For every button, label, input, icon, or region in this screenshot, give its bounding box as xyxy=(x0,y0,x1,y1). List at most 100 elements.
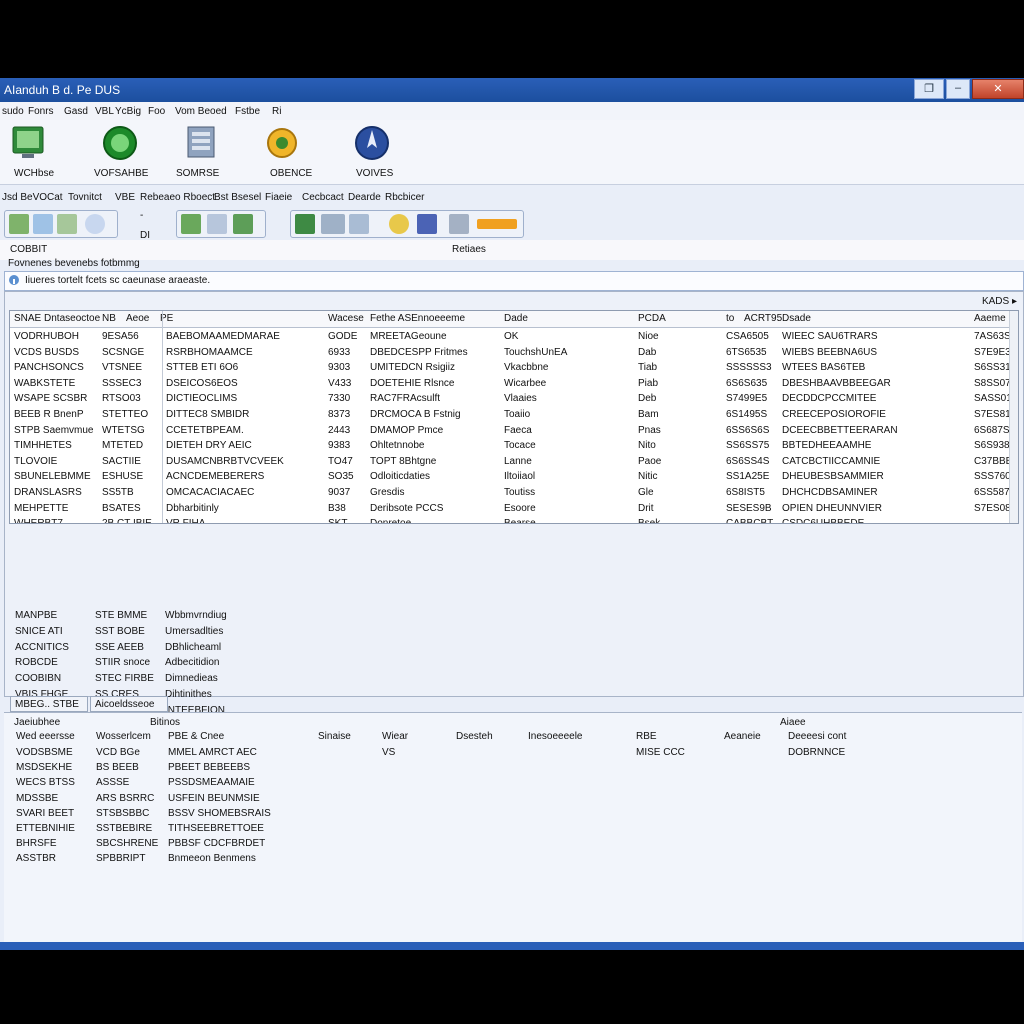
launch-button-2[interactable]: VOFSAHBE xyxy=(90,120,170,184)
link-icon[interactable] xyxy=(85,214,105,234)
column-header[interactable]: Wosserlcem xyxy=(96,731,151,742)
column-header[interactable]: Aaeme xyxy=(974,313,1006,324)
table-row[interactable]: STPB Saemvmue WTETSG CCETETBPEAM. 2443 DMAMO… xyxy=(10,423,1018,439)
table-row[interactable]: WABKSTETE SSSEC3 DSEICOS6EOS V433 DOETEHIE R… xyxy=(10,376,1018,392)
menu-item[interactable]: YcBig xyxy=(115,106,141,117)
column-header[interactable]: NB xyxy=(102,313,116,324)
table-row[interactable]: TLOVOIE SACTIIE DUSAMCNBRBTVCVEEK TO47 TOPT … xyxy=(10,454,1018,470)
display-icon[interactable] xyxy=(57,214,77,234)
details-cell: SSTBEBIRE xyxy=(96,823,153,834)
quick-link[interactable]: Cecbcact xyxy=(302,192,344,203)
menu-item[interactable]: sudo xyxy=(2,106,24,117)
column-header[interactable]: Aeaneie xyxy=(724,731,761,742)
scan-icon[interactable] xyxy=(207,214,227,234)
menu-item[interactable]: Ri xyxy=(272,106,281,117)
table-row[interactable]: VCDS BUSDS SCSNGE RSRBHOMAAMCE 6933 DBEDCESP… xyxy=(10,345,1018,361)
menu-item[interactable]: Fonrs xyxy=(28,106,54,117)
close-button[interactable]: ✕ xyxy=(972,79,1024,99)
key-icon[interactable] xyxy=(477,219,517,229)
column-header[interactable]: Fethe ASEnnoeeeme xyxy=(370,313,465,324)
column-header[interactable]: Inesoeeeele xyxy=(528,731,583,742)
table-cell: Bearse xyxy=(504,518,536,524)
details-row[interactable]: ASSTBR SPBBRIPT Bnmeeon Benmens xyxy=(12,851,852,866)
table-row[interactable]: TIMHHETES MTETED DIETEH DRY AEIC 9383 Ohltet… xyxy=(10,438,1018,454)
quick-link[interactable]: Fiaeie xyxy=(265,192,292,203)
restore-button[interactable]: ❐ xyxy=(914,79,944,99)
details-row[interactable]: MSDSEKHE BS BEEB PBEET BEBEEBS xyxy=(12,760,852,775)
list-item[interactable]: ROBCDE STIIR snoce Adbecitidion xyxy=(15,655,335,671)
table-row[interactable]: VODRHUBOH 9ESA56 BAEBOMAAMEDMARAE GODE MREET… xyxy=(10,329,1018,345)
launch-button-1[interactable]: WCHbse xyxy=(0,120,80,184)
table-row[interactable]: WHERBT7 2B CT IBIE VR FIHA SKT Donretoe Bears… xyxy=(10,516,1018,524)
details-row[interactable]: SVARI BEET STSBSBBC BSSV SHOMEBSRAIS xyxy=(12,806,852,821)
tool-icon[interactable] xyxy=(321,214,345,234)
table-cell: Pnas xyxy=(638,424,661,436)
vertical-scrollbar[interactable] xyxy=(1009,311,1018,523)
column-header[interactable]: Dade xyxy=(504,313,528,324)
menu-item[interactable]: Gasd xyxy=(64,106,88,117)
column-header[interactable]: PBE & Cnee xyxy=(168,731,224,742)
list-item[interactable]: SNICE ATI SST BOBE Umersadlties xyxy=(15,624,335,640)
column-header[interactable]: ACRT95 xyxy=(744,313,782,324)
table-row[interactable]: WSAPE SCSBR RTSO03 DICTIEOCLIMS 7330 RAC7FRA… xyxy=(10,391,1018,407)
launch-button-4[interactable]: OBENCE xyxy=(258,120,338,184)
menu-item[interactable]: Fstbe xyxy=(235,106,260,117)
quick-link[interactable]: VBE xyxy=(115,192,135,203)
column-header[interactable]: Wed eeersse xyxy=(16,731,75,742)
quick-link[interactable]: Dearde xyxy=(348,192,381,203)
launch-button-3[interactable]: SOMRSE xyxy=(170,120,250,184)
quick-link[interactable]: Bst Bsesel xyxy=(214,192,261,203)
car-icon[interactable] xyxy=(181,214,201,234)
tool-icon[interactable] xyxy=(349,214,369,234)
table-icon[interactable] xyxy=(295,214,315,234)
quick-link[interactable]: Rebeaeo Rboect xyxy=(140,192,215,203)
column-header[interactable]: Wacese xyxy=(328,313,364,324)
menu-item[interactable]: VBL xyxy=(95,106,114,117)
details-row[interactable]: ETTEBNIHIE SSTBEBIRE TITHSEEBRETTOEE xyxy=(12,821,852,836)
details-row[interactable]: MDSSBE ARS BSRRC USFEIN BEUNMSIE xyxy=(12,791,852,806)
list-cell: Adbecitidion xyxy=(165,657,220,669)
list-item[interactable]: ACCNITICS SSE AEEB DBhlicheaml xyxy=(15,640,335,656)
table-cell: GODE xyxy=(328,331,358,342)
list-item[interactable]: COOBIBN STEC FIRBE Dimnedieas xyxy=(15,671,335,687)
details-row[interactable]: BHRSFE SBCSHRENE PBBSF CDCFBRDET xyxy=(12,836,852,851)
quick-link[interactable]: Tovnitct xyxy=(68,192,102,203)
table-cell: DUSAMCNBRBTVCVEEK xyxy=(166,455,284,467)
column-header[interactable]: Deeeesi cont xyxy=(788,731,846,742)
table-row[interactable]: DRANSLASRS SS5TB OMCACACIACAEC 9037 Gresdis T… xyxy=(10,485,1018,501)
details-row[interactable]: VODSBSME VCD BGe MMEL AMRCT AEC VS MISE CCC D… xyxy=(12,745,852,760)
print-icon[interactable] xyxy=(449,214,469,234)
details-row[interactable]: WECS BTSS ASSSE PSSDSMEAAMAIE xyxy=(12,775,852,790)
chart-icon[interactable] xyxy=(33,214,53,234)
table-row[interactable]: SBUNELEBMME ESHUSE ACNCDEMEBERERS SO35 Odloi… xyxy=(10,469,1018,485)
title-bar[interactable]: AIanduh B d. Pe DUS ❐ – ✕ xyxy=(0,78,1024,102)
column-header[interactable]: SNAE Dntaseoctoe xyxy=(14,313,100,324)
table-row[interactable]: BEEB R BnenP STETTEO DITTEC8 SMBIDR 8373 DRC… xyxy=(10,407,1018,423)
tab-1[interactable]: MBEG.. STBE xyxy=(10,696,88,712)
grid-icon[interactable] xyxy=(233,214,253,234)
table-cell: 9303 xyxy=(328,362,351,374)
window-icon[interactable] xyxy=(417,214,437,234)
list-item[interactable]: MANPBE STE BMME Wbbmvrndiug xyxy=(15,608,335,624)
wrench-icon[interactable] xyxy=(9,214,29,234)
column-header[interactable]: Aeoe xyxy=(126,313,149,324)
column-header[interactable]: to xyxy=(726,313,734,324)
panel-corner-label[interactable]: KADS ▸ xyxy=(982,296,1017,307)
table-row[interactable]: MEHPETTE BSATES Dbharbitinly B38 Deribsote P… xyxy=(10,501,1018,517)
quick-link[interactable]: Jsd BeVOCat xyxy=(2,192,63,203)
menu-item[interactable]: Foo xyxy=(148,106,165,117)
column-header[interactable]: Dsade xyxy=(782,313,811,324)
column-header[interactable]: Sinaise xyxy=(318,731,351,742)
clock-icon[interactable] xyxy=(389,214,409,234)
tab-2[interactable]: Aicoeldsseoe xyxy=(90,696,168,712)
column-header[interactable]: Wiear xyxy=(382,731,408,742)
menu-item[interactable]: Vom Beoed xyxy=(175,106,227,117)
quick-link[interactable]: Rbcbicer xyxy=(385,192,424,203)
column-header[interactable]: Dsesteh xyxy=(456,731,493,742)
table-cell: SASS01 xyxy=(974,393,1012,405)
table-row[interactable]: PANCHSONCS VTSNEE STTEB ETI 6O6 9303 UMITEDC… xyxy=(10,360,1018,376)
minimize-button[interactable]: – xyxy=(946,79,970,99)
launch-button-5[interactable]: VOIVES xyxy=(350,120,430,184)
column-header[interactable]: PCDA xyxy=(638,313,666,324)
column-header[interactable]: RBE xyxy=(636,731,657,742)
